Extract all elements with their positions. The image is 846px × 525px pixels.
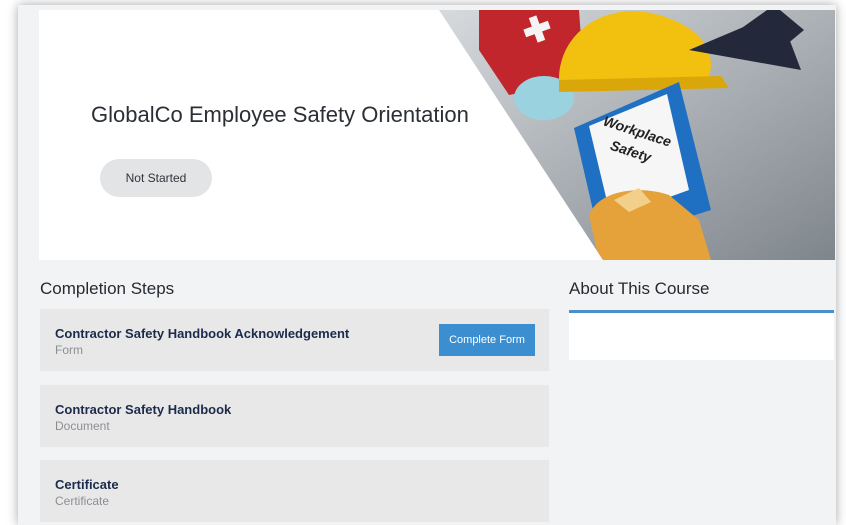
- step-type: Form: [55, 343, 83, 357]
- course-hero: Workplace Safety GlobalCo Employee Safet…: [39, 10, 835, 260]
- workplace-safety-banner-icon: Workplace Safety: [439, 10, 835, 260]
- step-item-acknowledgement[interactable]: Contractor Safety Handbook Acknowledgeme…: [40, 309, 549, 371]
- status-label: Not Started: [125, 171, 187, 185]
- status-badge: Not Started: [100, 159, 212, 197]
- step-type: Document: [55, 419, 110, 433]
- step-item-handbook[interactable]: Contractor Safety Handbook Document: [40, 385, 549, 447]
- step-type: Certificate: [55, 494, 110, 508]
- step-title[interactable]: Contractor Safety Handbook: [55, 402, 231, 417]
- about-course-heading: About This Course: [569, 279, 710, 298]
- about-course-panel: [569, 310, 834, 360]
- course-title: GlobalCo Employee Safety Orientation: [91, 102, 469, 127]
- step-title[interactable]: Contractor Safety Handbook Acknowledgeme…: [55, 326, 349, 341]
- step-item-certificate[interactable]: Certificate Certificate: [40, 460, 549, 522]
- complete-form-button[interactable]: Complete Form: [439, 324, 535, 356]
- step-title[interactable]: Certificate: [55, 477, 119, 492]
- course-page: Workplace Safety GlobalCo Employee Safet…: [18, 5, 836, 525]
- completion-steps-heading: Completion Steps: [40, 279, 175, 298]
